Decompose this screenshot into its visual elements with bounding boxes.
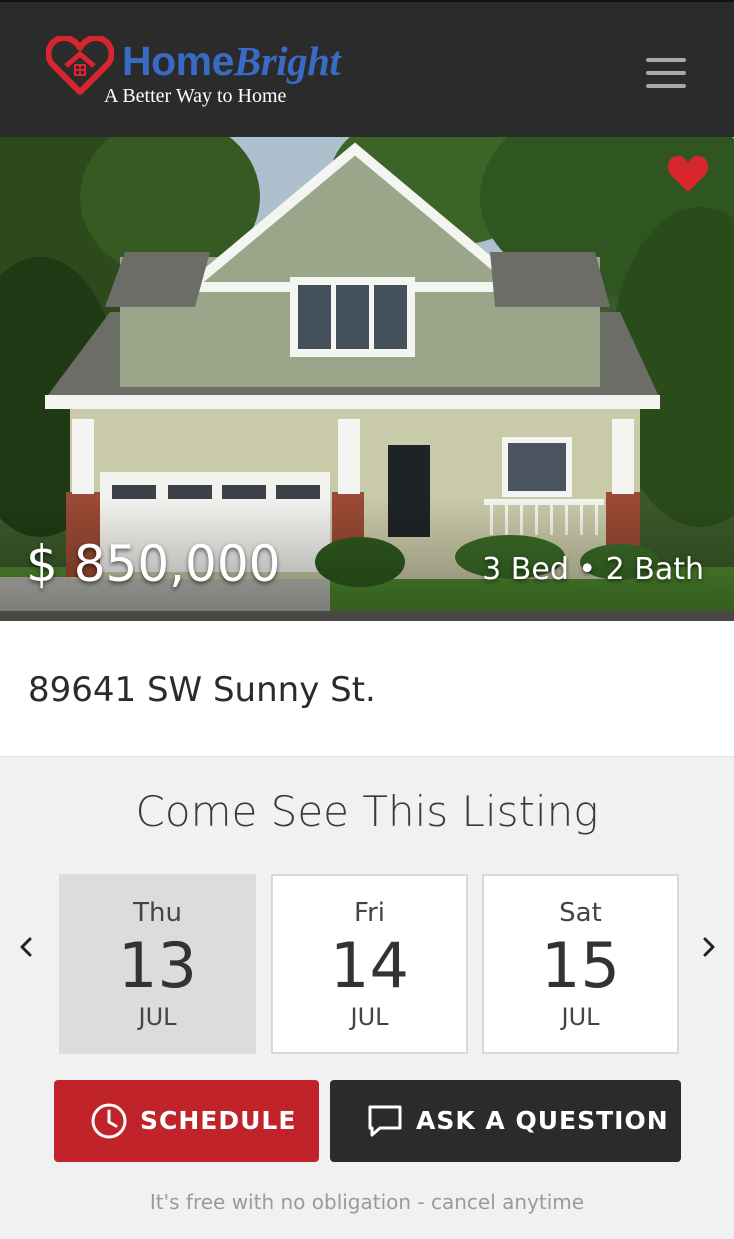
day-month: JUL xyxy=(138,1003,177,1031)
day-card-fri[interactable]: Fri 14 JUL xyxy=(271,874,468,1054)
listing-address: 89641 SW Sunny St. xyxy=(28,670,376,710)
clock-icon xyxy=(91,1103,127,1139)
day-of-week: Fri xyxy=(354,898,385,928)
day-card-thu[interactable]: Thu 13 JUL xyxy=(59,874,256,1054)
chat-bubble-icon xyxy=(368,1105,402,1137)
brand-name[interactable]: HomeBright xyxy=(122,38,341,84)
listing-price: $ 850,000 xyxy=(26,535,281,593)
day-month: JUL xyxy=(561,1003,600,1031)
day-number: 13 xyxy=(118,929,197,1002)
brand-home: Home xyxy=(122,38,234,84)
tour-title: Come See This Listing xyxy=(135,787,599,836)
chevron-right-icon[interactable] xyxy=(697,935,721,959)
menu-bar xyxy=(646,84,686,88)
brand-bright: Bright xyxy=(233,38,341,84)
hamburger-menu-icon[interactable] xyxy=(646,58,686,88)
day-of-week: Thu xyxy=(133,898,182,928)
no-obligation-note: It's free with no obligation - cancel an… xyxy=(149,1190,585,1214)
day-card-sat[interactable]: Sat 15 JUL xyxy=(482,874,679,1054)
app-header: HomeBright A Better Way to Home xyxy=(0,0,734,137)
tour-scheduler: Come See This Listing Thu 13 JUL Fri 14 … xyxy=(0,756,734,1239)
brand-tagline: A Better Way to Home xyxy=(104,85,287,107)
day-month: JUL xyxy=(350,1003,389,1031)
day-of-week: Sat xyxy=(559,898,602,928)
heart-icon[interactable] xyxy=(666,154,710,194)
day-number: 15 xyxy=(541,929,620,1002)
beds-baths: 3 Bed • 2 Bath xyxy=(482,552,704,587)
ask-question-button[interactable]: ASK A QUESTION xyxy=(330,1080,681,1162)
schedule-button[interactable]: SCHEDULE xyxy=(54,1080,319,1162)
ask-question-label: ASK A QUESTION xyxy=(416,1106,669,1135)
menu-bar xyxy=(646,71,686,75)
day-number: 14 xyxy=(330,929,409,1002)
menu-bar xyxy=(646,58,686,62)
schedule-label: SCHEDULE xyxy=(140,1106,297,1135)
chevron-left-icon[interactable] xyxy=(14,935,38,959)
